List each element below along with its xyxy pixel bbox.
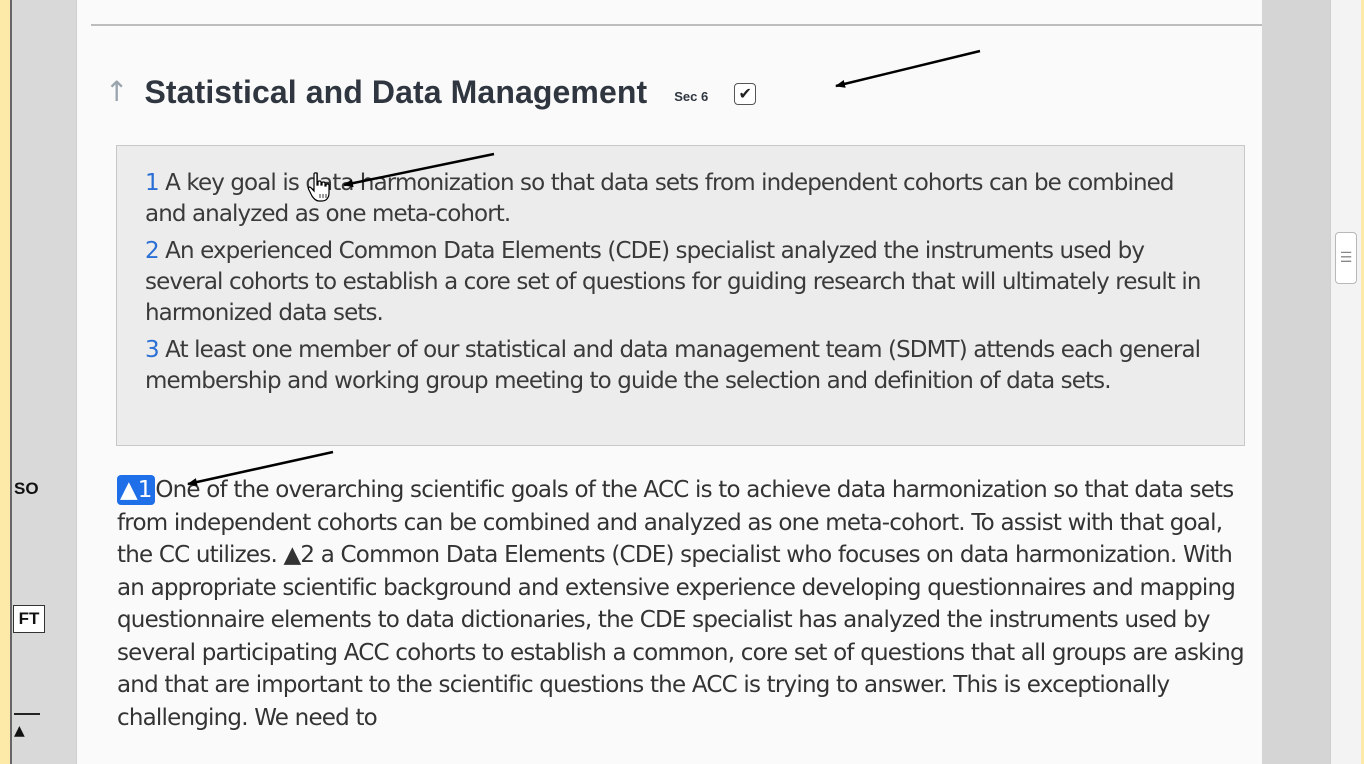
reference-marker-2[interactable]: ▲2 xyxy=(283,542,315,568)
body-paragraph: ▲1 One of the overarching scientific goal… xyxy=(117,474,1257,734)
summary-item-number[interactable]: 1 xyxy=(145,170,160,196)
summary-item-number[interactable]: 2 xyxy=(145,238,160,264)
summary-item: 2 An experienced Common Data Elements (C… xyxy=(145,236,1218,329)
summary-item-text: A key goal is data harmonization so that… xyxy=(145,170,1174,227)
section-checkbox[interactable]: ✔ xyxy=(734,83,757,105)
summary-item: 3 At least one member of our statistical… xyxy=(145,335,1218,397)
scrollbar[interactable]: ☰ xyxy=(1330,0,1361,764)
right-margin-panel xyxy=(1262,0,1330,764)
side-labels: SO FT ▲ xyxy=(12,0,76,764)
summary-item-text: At least one member of our statistical a… xyxy=(145,337,1201,394)
section-heading: ↑ Statistical and Data Management Sec 6 … xyxy=(105,70,757,114)
hand-cursor-icon xyxy=(307,172,330,202)
document-page: ↑ Statistical and Data Management Sec 6 … xyxy=(76,0,1264,764)
up-arrow-button[interactable]: ▲ xyxy=(14,713,40,739)
summary-item: 1 A key goal is data harmonization so th… xyxy=(145,168,1218,230)
scrollbar-thumb[interactable]: ☰ xyxy=(1335,232,1357,284)
section-number: Sec 6 xyxy=(674,88,709,104)
so-label[interactable]: SO xyxy=(14,479,39,499)
page-divider xyxy=(91,24,1263,26)
summary-item-text: An experienced Common Data Elements (CDE… xyxy=(145,238,1201,326)
ft-label[interactable]: FT xyxy=(13,605,45,633)
document-frame: SO FT ▲ ↑ Statistical and Data Managemen… xyxy=(10,0,1361,764)
summary-item-number[interactable]: 3 xyxy=(145,337,160,363)
section-title: Statistical and Data Management xyxy=(144,73,648,110)
reference-marker-1[interactable]: ▲1 xyxy=(117,475,156,505)
up-arrow-icon[interactable]: ↑ xyxy=(105,78,128,106)
body-text-part-2: a Common Data Elements (CDE) specialist … xyxy=(117,542,1245,731)
summary-box: 1 A key goal is data harmonization so th… xyxy=(116,145,1245,446)
